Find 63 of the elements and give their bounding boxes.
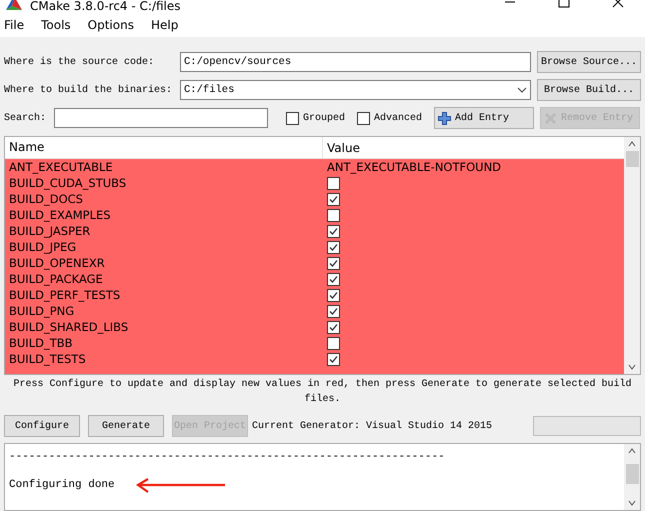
table-cell-text: BUILD_PERF_TESTS bbox=[8, 288, 122, 302]
table-cell-text: BUILD_PACKAGE bbox=[8, 272, 104, 286]
scrollbar[interactable] bbox=[624, 137, 640, 374]
action-button[interactable]: Generate bbox=[88, 415, 164, 437]
column-header[interactable]: Name bbox=[5, 137, 323, 158]
checkbox[interactable] bbox=[327, 304, 340, 318]
scrollbar-thumb[interactable] bbox=[626, 151, 638, 167]
checkbox[interactable] bbox=[327, 288, 340, 302]
checkbox[interactable] bbox=[327, 256, 340, 270]
table-cell-text: ANT_EXECUTABLE bbox=[8, 160, 114, 174]
checkbox-label: Grouped bbox=[303, 112, 346, 124]
checkbox[interactable] bbox=[357, 112, 370, 124]
scroll-up-icon[interactable] bbox=[628, 141, 636, 147]
checkbox[interactable] bbox=[327, 208, 340, 222]
window-title: CMake 3.8.0-rc4 - C:/files bbox=[30, 0, 181, 12]
chevron-icon bbox=[517, 87, 527, 93]
scrollbar-thumb[interactable] bbox=[626, 464, 638, 484]
scroll-down-icon[interactable] bbox=[628, 500, 636, 506]
scrollbar[interactable] bbox=[624, 444, 640, 510]
checkbox[interactable] bbox=[286, 112, 299, 124]
browse-build-button[interactable]: Browse Build... bbox=[537, 79, 641, 101]
table-cell-text: BUILD_TBB bbox=[8, 336, 74, 350]
checkbox[interactable] bbox=[327, 272, 340, 286]
table-cell-text: BUILD_JASPER bbox=[8, 224, 92, 238]
cmake-logo-icon bbox=[6, 0, 22, 10]
checkbox[interactable] bbox=[327, 240, 340, 254]
table-cell-text: BUILD_CUDA_STUBS bbox=[8, 176, 128, 190]
table-cell-text: BUILD_OPENEXR bbox=[8, 256, 106, 270]
hint-text: Press Configure to update and display new values in red, then press Generate to generate selected build files. bbox=[12, 378, 633, 407]
build-dropdown[interactable]: C:/files bbox=[180, 80, 531, 100]
table-cell-text: BUILD_PNG bbox=[8, 304, 76, 318]
table-cell-text: BUILD_TESTS bbox=[8, 352, 87, 366]
source-label: Where is the source code: bbox=[4, 56, 156, 68]
menu-item[interactable]: Options bbox=[88, 18, 134, 32]
checkbox[interactable] bbox=[327, 224, 340, 238]
checkbox[interactable] bbox=[327, 336, 340, 350]
table-cell-text: BUILD_DOCS bbox=[8, 192, 84, 206]
checkbox[interactable] bbox=[327, 192, 340, 206]
build-label: Where to build the binaries: bbox=[4, 84, 174, 96]
table-cell-text: ANT_EXECUTABLE-NOTFOUND bbox=[326, 160, 502, 174]
menu-item[interactable]: Tools bbox=[41, 18, 71, 32]
column-header[interactable]: Value bbox=[323, 140, 360, 154]
checkbox[interactable] bbox=[327, 176, 340, 190]
generator-label: Current Generator: Visual Studio 14 2015 bbox=[252, 420, 492, 432]
checkbox[interactable] bbox=[327, 320, 340, 334]
browse-source-button[interactable]: Browse Source... bbox=[537, 51, 641, 73]
action-button[interactable]: Configure bbox=[4, 415, 80, 437]
plus-icon bbox=[438, 112, 452, 124]
source-field[interactable]: C:/opencv/sources bbox=[180, 52, 531, 72]
scroll-down-icon[interactable] bbox=[628, 364, 636, 370]
add-entry-button[interactable]: Add Entry bbox=[434, 107, 534, 129]
checkbox[interactable] bbox=[327, 352, 340, 366]
log-line: ------------------------------------------------------------------ bbox=[9, 451, 445, 463]
search-label: Search: bbox=[4, 112, 48, 124]
table-cell-text: BUILD_EXAMPLES bbox=[8, 208, 112, 222]
table-cell-text: BUILD_SHARED_LIBS bbox=[8, 320, 130, 334]
checkbox-label: Advanced bbox=[374, 112, 422, 124]
log-line: Configuring done bbox=[9, 479, 115, 491]
search-field[interactable] bbox=[54, 108, 268, 128]
table-cell-text: BUILD_JPEG bbox=[8, 240, 78, 254]
menu-item[interactable]: File bbox=[4, 18, 24, 32]
menu-item[interactable]: Help bbox=[150, 18, 178, 32]
scroll-up-icon[interactable] bbox=[628, 448, 636, 454]
